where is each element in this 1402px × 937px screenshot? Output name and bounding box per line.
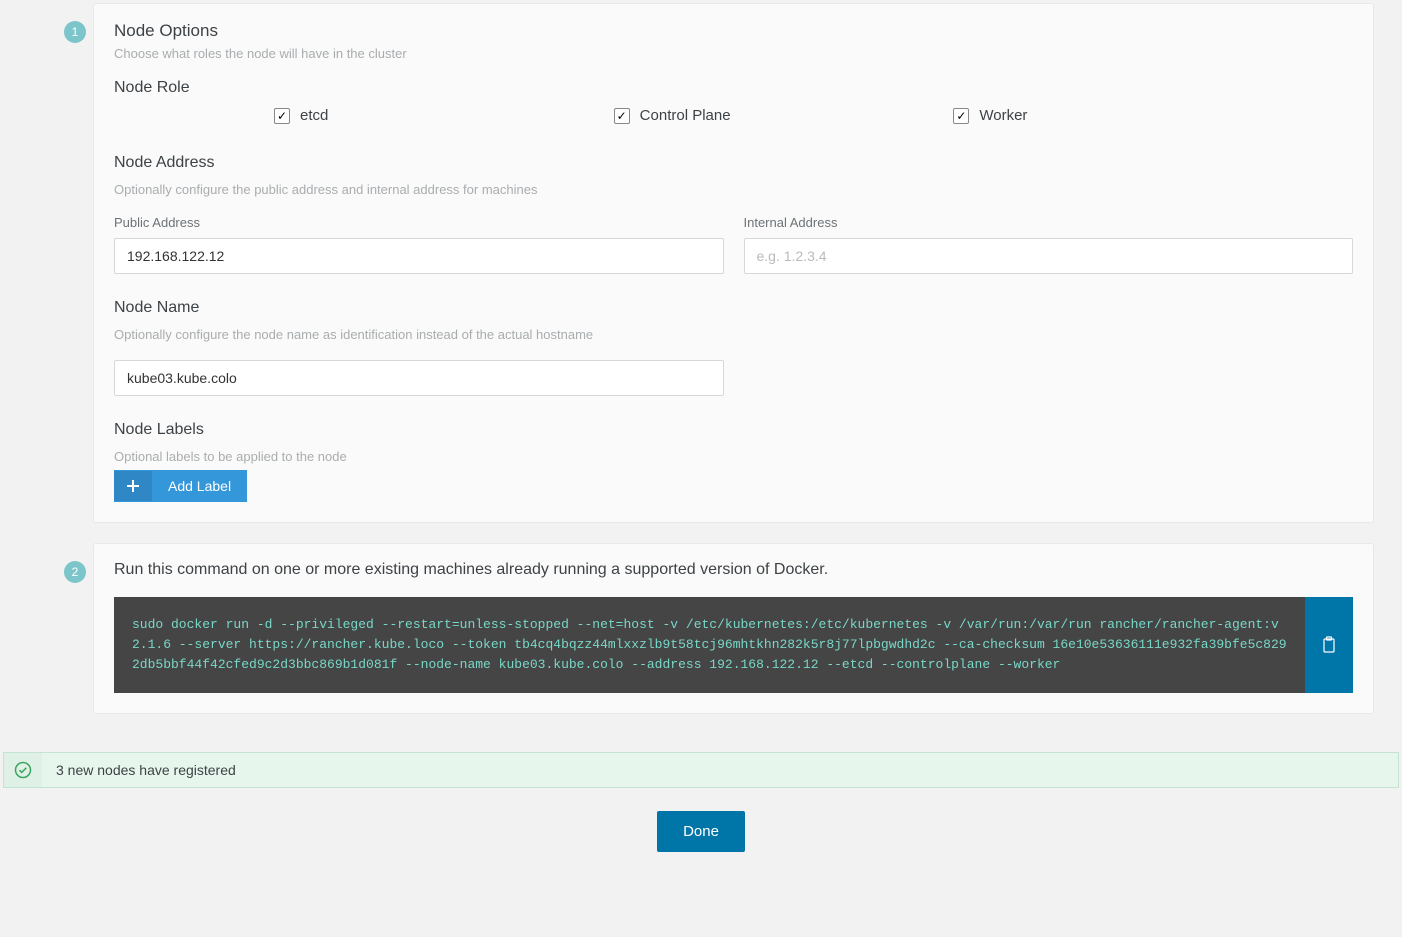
internal-address-label: Internal Address [744, 215, 1354, 230]
add-label-button[interactable]: Add Label [114, 470, 247, 502]
node-name-input[interactable] [114, 360, 724, 396]
run-command-panel: 2 Run this command on one or more existi… [93, 543, 1374, 714]
checkbox-control-plane[interactable]: ✓ Control Plane [614, 107, 954, 124]
step-1-badge: 1 [64, 21, 86, 43]
plus-icon [114, 471, 152, 501]
done-button[interactable]: Done [657, 811, 745, 852]
checkbox-worker[interactable]: ✓ Worker [953, 107, 1293, 124]
check-icon: ✓ [614, 108, 630, 124]
node-address-desc: Optionally configure the public address … [114, 182, 1353, 197]
command-text: sudo docker run -d --privileged --restar… [114, 597, 1305, 693]
checkbox-etcd[interactable]: ✓ etcd [274, 107, 614, 124]
run-command-text: Run this command on one or more existing… [114, 561, 1353, 579]
public-address-input[interactable] [114, 238, 724, 274]
public-address-label: Public Address [114, 215, 724, 230]
node-labels-title: Node Labels [114, 421, 1353, 439]
node-name-desc: Optionally configure the node name as id… [114, 327, 1353, 342]
node-options-panel: 1 Node Options Choose what roles the nod… [93, 3, 1374, 523]
copy-command-button[interactable] [1305, 597, 1353, 693]
node-name-title: Node Name [114, 299, 1353, 317]
node-labels-desc: Optional labels to be applied to the nod… [114, 449, 1353, 464]
node-role-title: Node Role [114, 79, 1353, 97]
success-icon [4, 753, 42, 787]
node-role-checkboxes: ✓ etcd ✓ Control Plane ✓ Worker [114, 107, 1353, 124]
node-options-title: Node Options [114, 21, 1353, 41]
node-options-desc: Choose what roles the node will have in … [114, 46, 1353, 61]
clipboard-icon [1321, 636, 1337, 654]
checkbox-control-plane-label: Control Plane [640, 107, 731, 124]
checkbox-etcd-label: etcd [300, 107, 328, 124]
node-address-title: Node Address [114, 154, 1353, 172]
check-icon: ✓ [953, 108, 969, 124]
step-2-badge: 2 [64, 561, 86, 583]
checkbox-worker-label: Worker [979, 107, 1027, 124]
registration-notification: 3 new nodes have registered [3, 752, 1399, 788]
command-block: sudo docker run -d --privileged --restar… [114, 597, 1353, 693]
check-icon: ✓ [274, 108, 290, 124]
notification-text: 3 new nodes have registered [42, 753, 250, 787]
add-label-text: Add Label [152, 470, 247, 502]
internal-address-input[interactable] [744, 238, 1354, 274]
